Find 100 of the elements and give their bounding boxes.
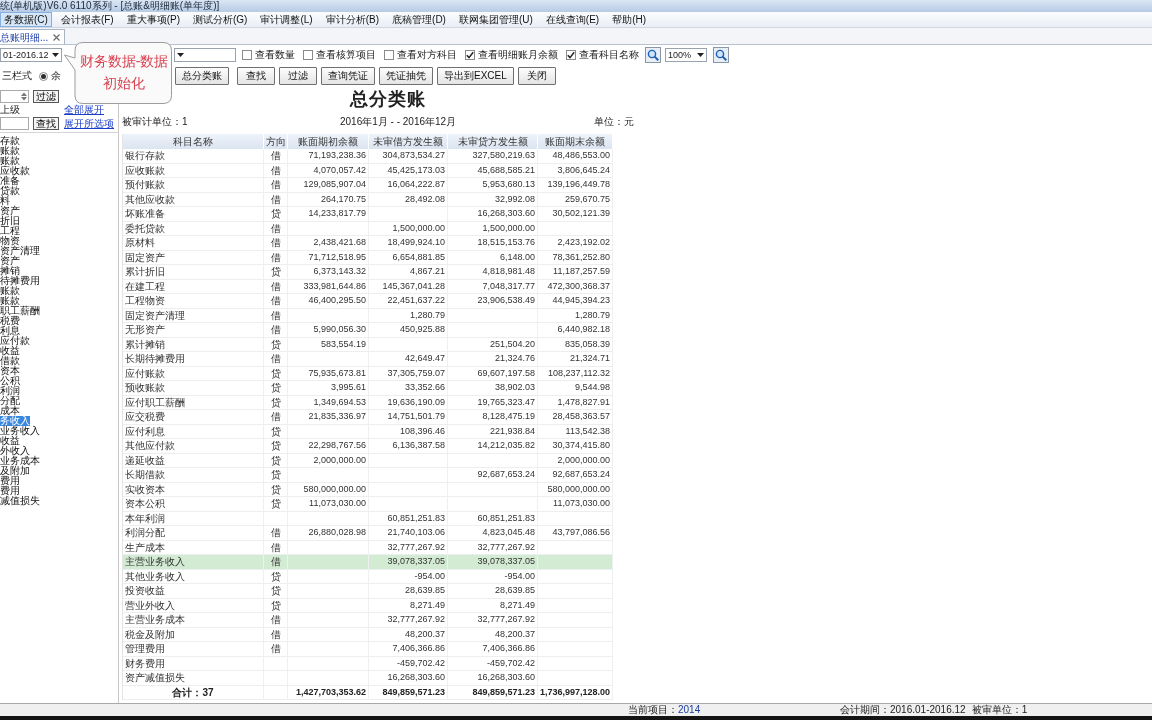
table-row[interactable]: 应付账款 贷 75,935,673.81 37,305,759.07 69,607,197.58 108,237,112.32 (123, 366, 613, 381)
checkbox[interactable] (384, 50, 394, 60)
table-row[interactable]: 固定资产 借 71,712,518.95 6,654,881.85 6,148.00 78,361,252.80 (123, 250, 613, 265)
tree-item[interactable]: 账款 (0, 296, 20, 306)
period-dropdown[interactable]: 01-2016.12 (0, 48, 62, 62)
tree-item[interactable]: 税费 (0, 316, 20, 326)
menu-item[interactable]: 务数据(C) (0, 12, 52, 27)
toolbar-button[interactable]: 查找 (237, 67, 275, 85)
table-row[interactable]: 管理费用 借 7,406,366.86 7,406,366.86 (123, 642, 613, 657)
table-row[interactable]: 工程物资 借 46,400,295.50 22,451,637.22 23,906,538.49 44,945,394.23 (123, 294, 613, 309)
column-header[interactable]: 未审贷方发生额 (448, 134, 538, 149)
table-row[interactable]: 财务费用 -459,702.42 -459,702.42 (123, 656, 613, 671)
checkbox-label[interactable]: 查看数量 (255, 49, 295, 61)
tree-item[interactable]: 准备 (0, 176, 20, 186)
column-header[interactable]: 科目名称 (123, 134, 264, 149)
table-row[interactable]: 累计摊销 贷 583,554.19 251,504.20 835,058.39 (123, 337, 613, 352)
checkbox[interactable] (303, 50, 313, 60)
table-row[interactable]: 应付职工薪酬 贷 1,349,694.53 19,636,190.09 19,765,323.47 1,478,827.91 (123, 395, 613, 410)
table-row[interactable]: 预收账款 贷 3,995.61 33,352.66 38,902.03 9,544.98 (123, 381, 613, 396)
checkbox[interactable] (566, 50, 576, 60)
tree-item[interactable]: 账款 (0, 146, 20, 156)
table-row[interactable]: 其他应付款 贷 22,298,767.56 6,136,387.58 14,212,035.82 30,374,415.80 (123, 439, 613, 454)
zoom-dropdown[interactable]: 100% (665, 48, 707, 62)
table-row[interactable]: 银行存款 借 71,193,238.36 304,873,534.27 327,580,219.63 48,486,553.00 (123, 149, 613, 164)
filter-button[interactable]: 过滤 (33, 89, 59, 103)
checkbox-label[interactable]: 查看核算项目 (316, 49, 376, 61)
table-row[interactable]: 长期待摊费用 借 42,649.47 21,324.76 21,324.71 (123, 352, 613, 367)
menu-item[interactable]: 在线查询(E) (541, 12, 604, 27)
tree-item[interactable]: 利息 (0, 326, 20, 336)
tree-item[interactable]: 资产 (0, 206, 20, 216)
table-row[interactable]: 资产减值损失 16,268,303.60 16,268,303.60 (123, 671, 613, 686)
tree-item[interactable]: 应收款 (0, 166, 30, 176)
checkbox-label[interactable]: 查看明细账月余额 (478, 49, 558, 61)
close-icon[interactable] (53, 33, 61, 41)
tree-item[interactable]: 成本 (0, 406, 20, 416)
tree-item[interactable]: 物资 (0, 236, 20, 246)
table-row[interactable]: 主营业务成本 借 32,777,267.92 32,777,267.92 (123, 613, 613, 628)
toolbar-button[interactable]: 凭证抽凭 (379, 67, 433, 85)
tree-item[interactable]: 业务成本 (0, 456, 40, 466)
menu-item[interactable]: 审计分析(B) (321, 12, 384, 27)
table-row[interactable]: 预付账款 借 129,085,907.04 16,064,222.87 5,953,680.13 139,196,449.78 (123, 178, 613, 193)
tab[interactable]: 总账明细... (0, 29, 66, 44)
column-header[interactable]: 账面期末余额 (538, 134, 613, 149)
toolbar-button[interactable]: 过滤 (279, 67, 317, 85)
tree-item[interactable]: 业务收入 (0, 426, 40, 436)
table-row[interactable]: 坏账准备 贷 14,233,817.79 16,268,303.60 30,502,121.39 (123, 207, 613, 222)
tree-item[interactable]: 账款 (0, 286, 20, 296)
spinner-icon[interactable] (21, 91, 27, 101)
table-row[interactable]: 应收账款 借 4,070,057.42 45,425,173.03 45,688,585.21 3,806,645.24 (123, 163, 613, 178)
tree-item[interactable]: 折旧 (0, 216, 20, 226)
table-row[interactable]: 本年利润 60,851,251.83 60,851,251.83 (123, 511, 613, 526)
table-row[interactable]: 固定资产清理 借 1,280.79 1,280.79 (123, 308, 613, 323)
tree-item[interactable]: 费用 (0, 486, 20, 496)
tree-item[interactable]: 资产 (0, 256, 20, 266)
tree-item[interactable]: 职工薪酬 (0, 306, 40, 316)
radio-button[interactable] (39, 71, 48, 81)
search-button[interactable]: 查找 (33, 116, 59, 130)
option-label[interactable]: 余 (51, 70, 61, 82)
table-row[interactable]: 递延收益 贷 2,000,000.00 2,000,000.00 (123, 453, 613, 468)
magnifier-button[interactable] (645, 47, 661, 63)
dropdown[interactable] (174, 48, 236, 62)
menu-item[interactable]: 审计调整(L) (256, 12, 317, 27)
toolbar-button[interactable]: 关闭 (517, 67, 556, 85)
table-row[interactable]: 实收资本 贷 580,000,000.00 580,000,000.00 (123, 482, 613, 497)
checkbox-label[interactable]: 查看科目名称 (579, 49, 639, 61)
tree-item[interactable]: 收益 (0, 346, 20, 356)
tree-item[interactable]: 减值损失 (0, 496, 40, 506)
tree-item[interactable]: 务收入 (0, 416, 30, 426)
checkbox[interactable] (242, 50, 252, 60)
table-row[interactable]: 应付利息 贷 108,396.46 221,938.84 113,542.38 (123, 424, 613, 439)
tree-item[interactable]: 费用 (0, 476, 20, 486)
menu-item[interactable]: 重大事项(P) (122, 12, 184, 27)
table-row[interactable]: 长期借款 贷 92,687,653.24 92,687,653.24 (123, 468, 613, 483)
tree-link[interactable]: 展开所选项 (64, 118, 114, 130)
tree-link[interactable]: 全部展开 (64, 104, 104, 116)
tree-item[interactable]: 料 (0, 196, 10, 206)
table-row[interactable]: 税金及附加 借 48,200.37 48,200.37 (123, 627, 613, 642)
menu-item[interactable]: 联网集团管理(U) (454, 12, 537, 27)
toolbar-button[interactable]: 导出到EXCEL (437, 67, 514, 85)
tree-item[interactable]: 利润 (0, 386, 20, 396)
checkbox-label[interactable]: 查看对方科目 (397, 49, 457, 61)
tree-item[interactable]: 公积 (0, 376, 20, 386)
table-row[interactable]: 无形资产 借 5,990,056.30 450,925.88 6,440,982.18 (123, 323, 613, 338)
tree-item[interactable]: 存款 (0, 136, 20, 146)
table-row[interactable]: 应交税费 借 21,835,336.97 14,751,501.79 8,128,475.19 28,458,363.57 (123, 410, 613, 425)
menu-item[interactable]: 帮助(H) (608, 12, 651, 27)
column-header[interactable]: 方向 (264, 134, 288, 149)
table-row[interactable]: 其他应收款 借 264,170.75 28,492.08 32,992.08 259,670.75 (123, 192, 613, 207)
tree-item[interactable]: 应付款 (0, 336, 30, 346)
table-row[interactable]: 投资收益 贷 28,639.85 28,639.85 (123, 584, 613, 599)
table-row[interactable]: 累计折旧 贷 6,373,143.32 4,867.21 4,818,981.48 11,187,257.59 (123, 265, 613, 280)
tree-item[interactable]: 工程 (0, 226, 20, 236)
toolbar-button[interactable]: 查询凭证 (321, 67, 375, 85)
tree-item[interactable]: 资本 (0, 366, 20, 376)
column-header[interactable]: 未审借方发生额 (369, 134, 448, 149)
table-row[interactable]: 营业外收入 贷 8,271.49 8,271.49 (123, 598, 613, 613)
table-row[interactable]: 原材料 借 2,438,421.68 18,499,924.10 18,515,153.76 2,423,192.02 (123, 236, 613, 251)
tree-item[interactable]: 外收入 (0, 446, 30, 456)
option-label[interactable]: 三栏式 (2, 70, 32, 82)
tree-item[interactable]: 贷款 (0, 186, 20, 196)
